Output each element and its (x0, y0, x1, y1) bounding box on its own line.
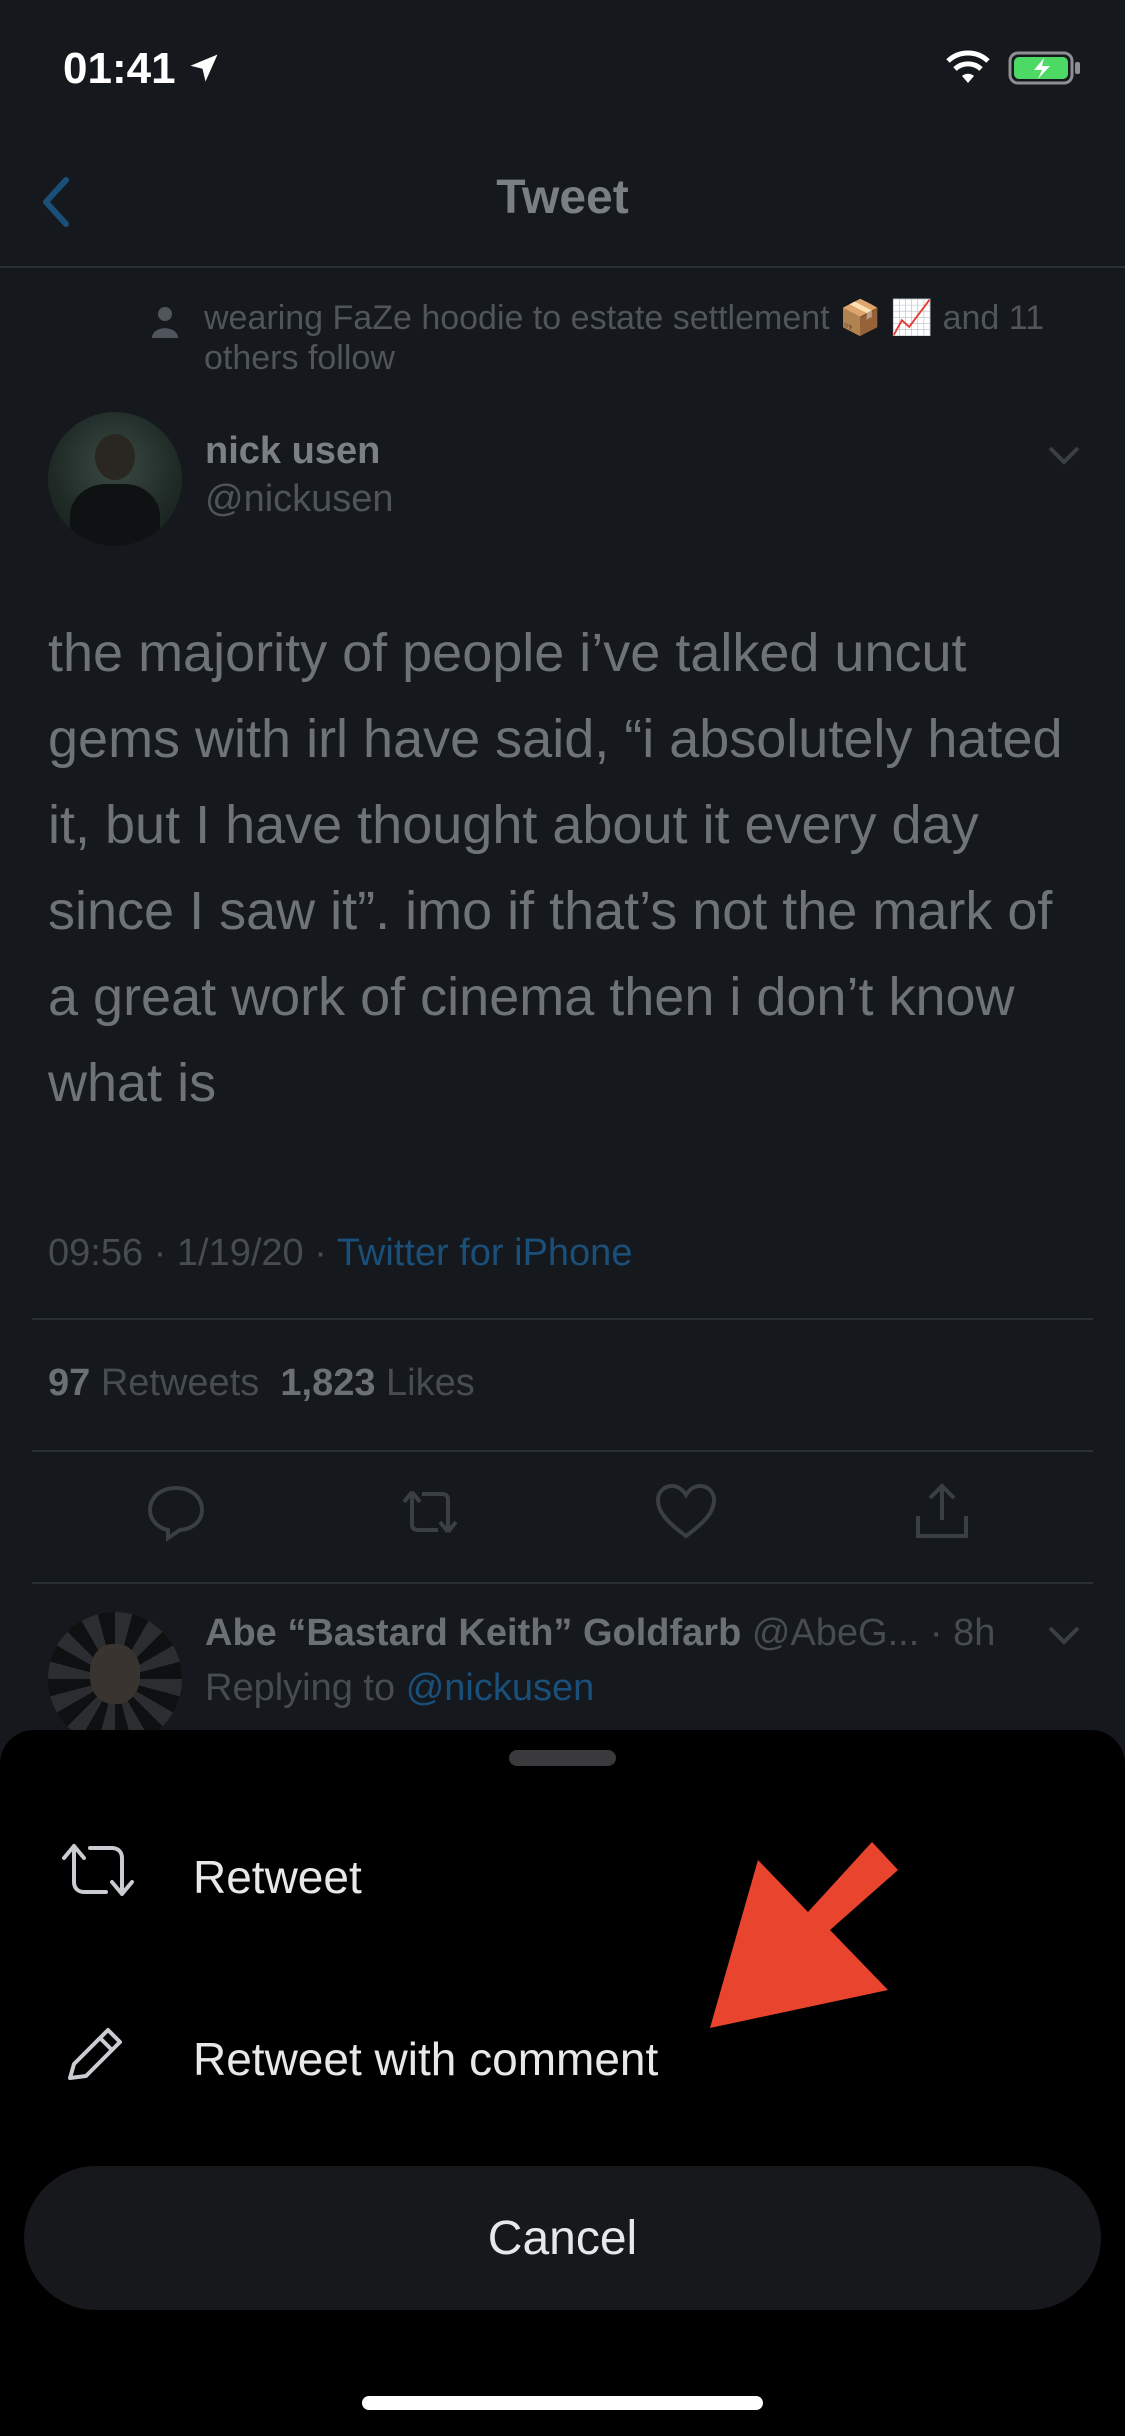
person-icon (152, 307, 178, 338)
tweet-date: 1/19/20 (176, 1232, 304, 1274)
social-context[interactable]: wearing FaZe hoodie to estate settlement… (204, 298, 1084, 378)
replying-to-label: Replying to (205, 1667, 396, 1709)
likes-count[interactable]: 1,823 (280, 1362, 375, 1404)
retweet-with-comment-option[interactable]: Retweet with comment (0, 1982, 1125, 2132)
retweet-with-comment-label: Retweet with comment (193, 2033, 659, 2085)
reply-author-name[interactable]: Abe “Bastard Keith” Goldfarb (205, 1612, 741, 1654)
top-nav-bar: Tweet (0, 140, 1125, 268)
divider (32, 1450, 1093, 1452)
annotation-arrow-icon (710, 1842, 898, 2028)
share-icon[interactable] (910, 1480, 974, 1544)
author-avatar[interactable] (48, 412, 182, 546)
author-handle[interactable]: @nickusen (205, 478, 394, 521)
retweets-count[interactable]: 97 (48, 1362, 90, 1404)
replying-to-mention[interactable]: @nickusen (406, 1667, 595, 1709)
tweet-stats: 97 Retweets 1,823 Likes (48, 1362, 475, 1405)
reply-author-line[interactable]: Abe “Bastard Keith” Goldfarb @AbeG... · … (205, 1612, 995, 1655)
author-name[interactable]: nick usen (205, 430, 380, 473)
retweet-option[interactable]: Retweet (0, 1800, 1125, 1950)
status-bar: 01:41 (0, 0, 1125, 140)
retweet-icon[interactable] (398, 1480, 462, 1544)
home-indicator[interactable] (362, 2396, 763, 2410)
battery-charging-icon (1008, 51, 1080, 85)
retweet-action-sheet: Retweet Retweet with comment Cancel (0, 1730, 1125, 2436)
heart-icon[interactable] (654, 1480, 718, 1544)
reply-icon[interactable] (144, 1480, 208, 1544)
tweet-actions (0, 1480, 1125, 1554)
wifi-icon (946, 50, 990, 83)
tweet-text: the majority of people i’ve talked uncut… (48, 623, 1063, 1113)
chevron-down-icon[interactable] (1044, 1620, 1084, 1650)
retweets-label[interactable]: Retweets (101, 1362, 259, 1404)
sheet-grabber[interactable] (509, 1750, 616, 1766)
likes-label[interactable]: Likes (386, 1362, 475, 1404)
retweet-option-label: Retweet (193, 1851, 362, 1903)
page-title: Tweet (496, 171, 629, 224)
reply-age: 8h (953, 1612, 996, 1654)
divider (32, 1582, 1093, 1584)
reply-author-handle[interactable]: @AbeG... (752, 1612, 919, 1654)
reply-author-avatar[interactable] (48, 1612, 182, 1746)
pencil-icon (68, 2028, 122, 2080)
replying-to-line: Replying to @nickusen (205, 1667, 594, 1710)
retweet-icon (62, 1844, 134, 1896)
divider (32, 1318, 1093, 1320)
tweet-time: 09:56 (48, 1232, 144, 1274)
status-time: 01:41 (63, 44, 176, 93)
cancel-button[interactable]: Cancel (24, 2166, 1101, 2310)
tweet-source-link[interactable]: Twitter for iPhone (337, 1232, 633, 1274)
tweet-meta: 09:56 · 1/19/20 · Twitter for iPhone (48, 1232, 633, 1274)
chevron-down-icon[interactable] (1044, 440, 1084, 470)
location-arrow-icon (190, 54, 218, 82)
